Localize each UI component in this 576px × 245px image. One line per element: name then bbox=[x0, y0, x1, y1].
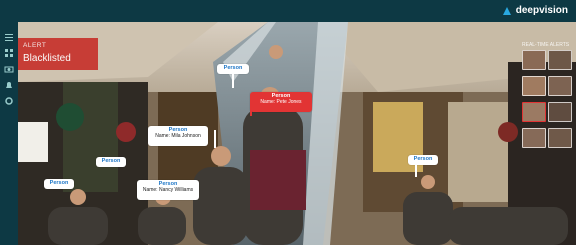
brand: deepvision bbox=[502, 5, 568, 16]
detection-tag[interactable]: Person bbox=[96, 157, 126, 167]
menu-icon[interactable] bbox=[4, 32, 14, 42]
realtime-alerts-panel[interactable] bbox=[522, 50, 574, 154]
alert-label: ALERT bbox=[23, 42, 47, 49]
detection-tag[interactable]: Person Name: Mila Johnson bbox=[148, 126, 208, 146]
face-thumbnail[interactable] bbox=[548, 128, 572, 148]
detection-tag[interactable]: Person bbox=[44, 179, 74, 189]
settings-icon[interactable] bbox=[4, 96, 14, 106]
detection-tag-flagged[interactable]: Person Name: Pete Jones bbox=[250, 92, 312, 112]
detection-name: Name: Mila Johnson bbox=[155, 133, 201, 139]
detection-type: Person bbox=[413, 156, 433, 162]
face-thumbnail[interactable] bbox=[548, 50, 572, 70]
deepvision-logo-icon bbox=[502, 6, 511, 15]
grid-icon[interactable] bbox=[4, 48, 14, 58]
realtime-alerts-label: REAL-TIME ALERTS bbox=[522, 42, 570, 48]
alert-value: Blacklisted bbox=[23, 53, 71, 64]
alert-badge[interactable]: ALERT Blacklisted bbox=[18, 38, 98, 70]
app-frame: deepvision ALERT Blacklisted Person Pers… bbox=[0, 0, 576, 245]
face-thumbnail[interactable] bbox=[522, 76, 546, 96]
face-thumbnail[interactable] bbox=[522, 128, 546, 148]
detection-type: Person bbox=[158, 181, 178, 187]
face-thumbnail-flagged[interactable] bbox=[522, 102, 546, 122]
top-bar: deepvision bbox=[0, 0, 576, 22]
detection-name: Name: Nancy Williams bbox=[142, 187, 194, 193]
detection-pointer bbox=[415, 165, 417, 177]
detection-type: Person bbox=[223, 65, 243, 71]
face-thumbnail[interactable] bbox=[548, 76, 572, 96]
face-thumbnail[interactable] bbox=[522, 50, 546, 70]
camera-icon[interactable] bbox=[4, 64, 14, 74]
face-thumbnail[interactable] bbox=[548, 102, 572, 122]
detection-pointer bbox=[232, 74, 234, 88]
detection-type: Person bbox=[49, 180, 69, 186]
detection-pointer bbox=[214, 130, 216, 148]
brand-name: deepvision bbox=[515, 5, 568, 16]
detection-tag[interactable]: Person bbox=[217, 64, 249, 74]
detection-tag[interactable]: Person Name: Nancy Williams bbox=[137, 180, 199, 200]
detection-type: Person bbox=[271, 93, 291, 99]
sidebar bbox=[0, 22, 18, 245]
detection-type: Person bbox=[168, 127, 188, 133]
mall-scene bbox=[18, 22, 576, 245]
detection-type: Person bbox=[101, 158, 121, 164]
camera-feed bbox=[18, 22, 576, 245]
detection-tag[interactable]: Person bbox=[408, 155, 438, 165]
detection-pointer bbox=[250, 100, 252, 116]
detection-name: Name: Pete Jones bbox=[260, 99, 302, 105]
bell-icon[interactable] bbox=[4, 80, 14, 90]
